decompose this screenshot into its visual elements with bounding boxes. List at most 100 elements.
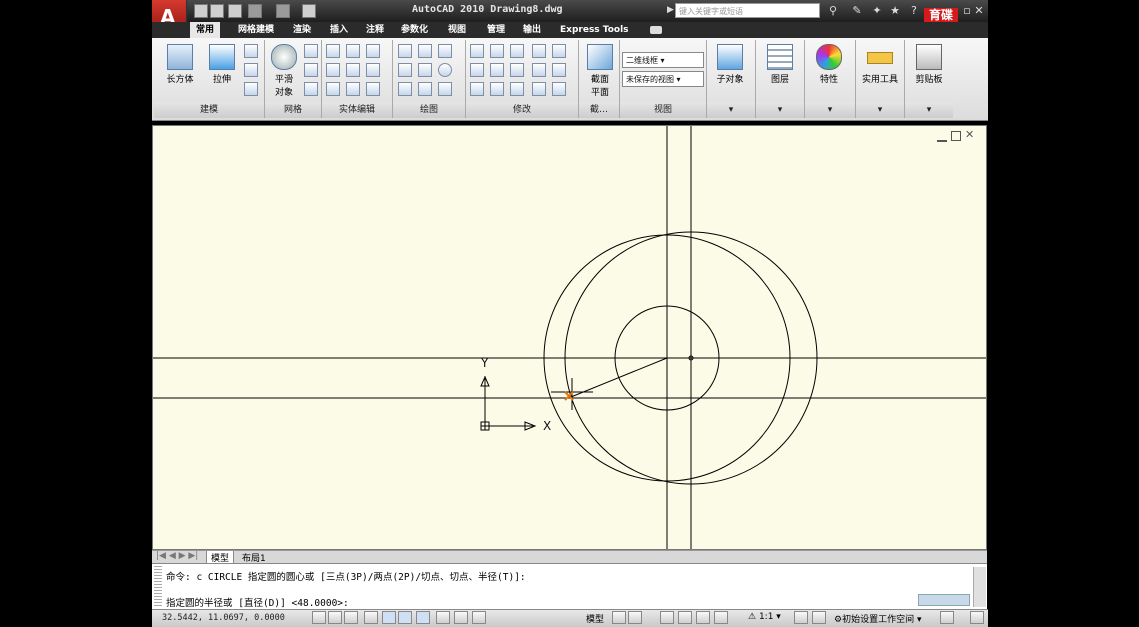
panel-utilities-footer[interactable]: ▾: [856, 102, 904, 118]
polysolid-icon[interactable]: [244, 44, 258, 58]
panel-layers-footer[interactable]: ▾: [756, 102, 804, 118]
polar-tracking-icon[interactable]: [364, 611, 378, 624]
save-icon[interactable]: [228, 4, 242, 18]
coordinates-display[interactable]: 32.5442, 11.0697, 0.0000: [162, 613, 285, 623]
quick-view-icon[interactable]: [628, 611, 642, 624]
quick-properties-icon[interactable]: [472, 611, 486, 624]
panel-view-footer[interactable]: 视图: [620, 102, 706, 118]
extract-edges-icon[interactable]: [366, 44, 380, 58]
union-icon[interactable]: [326, 44, 340, 58]
command-scrollbar[interactable]: [973, 567, 986, 607]
visual-style-dropdown[interactable]: 二维线框 ▾: [622, 52, 704, 68]
ortho-mode-icon[interactable]: [344, 611, 358, 624]
hatch-icon[interactable]: [418, 44, 432, 58]
clean-screen-icon[interactable]: [970, 611, 984, 624]
smooth-less-icon[interactable]: [304, 63, 318, 77]
command-prompt-line[interactable]: 指定圆的半径或 [直径(D)] <48.0000>:: [166, 595, 349, 609]
binoculars-icon[interactable]: ⚲: [826, 4, 840, 18]
tab-parametric[interactable]: 参数化: [401, 22, 428, 38]
command-grip-icon[interactable]: [154, 566, 162, 606]
showmotion-icon[interactable]: [714, 611, 728, 624]
model-space-toggle[interactable]: 模型: [586, 612, 604, 625]
minimize-ribbon-icon[interactable]: [650, 26, 662, 34]
dynamic-ucs-icon[interactable]: [416, 611, 430, 624]
new-icon[interactable]: [194, 4, 208, 18]
erase-icon[interactable]: [532, 82, 546, 96]
annotation-visibility-icon[interactable]: [794, 611, 808, 624]
panel-subobject-footer[interactable]: ▾: [707, 102, 755, 118]
extrude-faces-icon[interactable]: [366, 63, 380, 77]
slice-icon[interactable]: [346, 63, 360, 77]
array-icon[interactable]: [532, 44, 546, 58]
align-icon[interactable]: [470, 63, 484, 77]
auto-scale-icon[interactable]: [812, 611, 826, 624]
presspull-icon[interactable]: [244, 63, 258, 77]
subobject-button[interactable]: 子对象: [710, 44, 750, 85]
interfere-icon[interactable]: [326, 82, 340, 96]
subtract-icon[interactable]: [346, 44, 360, 58]
layers-button[interactable]: 图层: [760, 44, 800, 85]
panel-clipboard-footer[interactable]: ▾: [905, 102, 953, 118]
refine-mesh-icon[interactable]: [304, 82, 318, 96]
move-icon[interactable]: [510, 44, 524, 58]
rectangle-icon[interactable]: [418, 82, 432, 96]
stretch-icon[interactable]: [510, 82, 524, 96]
pan-icon[interactable]: [660, 611, 674, 624]
wrench-icon[interactable]: ✎: [850, 4, 864, 18]
tab-output[interactable]: 输出: [523, 22, 541, 38]
arc-icon[interactable]: [438, 44, 452, 58]
zoom-icon[interactable]: [678, 611, 692, 624]
panel-mesh-footer[interactable]: 网格: [265, 102, 321, 118]
panel-modeling-footer[interactable]: 建模: [154, 102, 264, 118]
saved-view-dropdown[interactable]: 未保存的视图 ▾: [622, 71, 704, 87]
workspace-switcher[interactable]: ⚙初始设置工作空间 ▾: [834, 612, 921, 625]
3d-move-icon[interactable]: [490, 82, 504, 96]
communication-icon[interactable]: ✦: [870, 4, 884, 18]
offset-icon[interactable]: [510, 63, 524, 77]
layout-view-icon[interactable]: [612, 611, 626, 624]
copy-icon[interactable]: [552, 82, 566, 96]
undo-icon[interactable]: [248, 4, 262, 18]
3d-array-icon[interactable]: [470, 82, 484, 96]
circle-icon[interactable]: [438, 63, 452, 77]
search-expand-icon[interactable]: ▶: [667, 5, 674, 15]
object-snap-tracking-icon[interactable]: [398, 611, 412, 624]
lineweight-icon[interactable]: [454, 611, 468, 624]
rotate-icon[interactable]: [490, 44, 504, 58]
snap-mode-icon[interactable]: [312, 611, 326, 624]
drawing-canvas[interactable]: Y X ✕: [152, 125, 987, 550]
fillet-icon[interactable]: [552, 63, 566, 77]
properties-button[interactable]: 特性: [808, 44, 850, 85]
tab-manage[interactable]: 管理: [487, 22, 505, 38]
tab-home[interactable]: 常用: [190, 22, 221, 38]
separate-icon[interactable]: [366, 82, 380, 96]
viewport-close-icon[interactable]: ✕: [965, 128, 974, 141]
ellipse-icon[interactable]: [438, 82, 452, 96]
tab-express-tools[interactable]: Express Tools: [560, 22, 629, 38]
tab-render[interactable]: 渲染: [293, 22, 311, 38]
steering-wheel-icon[interactable]: [696, 611, 710, 624]
scale-icon[interactable]: [532, 63, 546, 77]
panel-draw-footer[interactable]: 绘图: [393, 102, 465, 118]
box-button[interactable]: 长方体: [162, 44, 198, 85]
annotation-scale[interactable]: ⚠ 1:1 ▾: [748, 612, 781, 622]
thicken-icon[interactable]: [346, 82, 360, 96]
mirror-icon[interactable]: [470, 44, 484, 58]
search-input[interactable]: 键入关键字或短语: [675, 3, 820, 18]
print-icon[interactable]: [302, 4, 316, 18]
star-icon[interactable]: ★: [888, 4, 902, 18]
smooth-more-icon[interactable]: [304, 44, 318, 58]
panel-section-footer[interactable]: 截…: [579, 102, 619, 118]
close-window-icon[interactable]: ✕: [972, 4, 986, 18]
grid-display-icon[interactable]: [328, 611, 342, 624]
smooth-object-button[interactable]: 平滑 对象: [268, 44, 300, 98]
panel-properties-footer[interactable]: ▾: [805, 102, 855, 118]
polygon-icon[interactable]: [398, 82, 412, 96]
panel-modify-footer[interactable]: 修改: [466, 102, 578, 118]
tab-insert[interactable]: 插入: [330, 22, 348, 38]
extrude-button[interactable]: 拉伸: [204, 44, 240, 85]
help-icon[interactable]: ?: [907, 4, 921, 18]
redo-icon[interactable]: [276, 4, 290, 18]
intersect-icon[interactable]: [326, 63, 340, 77]
ucs-icon[interactable]: [244, 82, 258, 96]
